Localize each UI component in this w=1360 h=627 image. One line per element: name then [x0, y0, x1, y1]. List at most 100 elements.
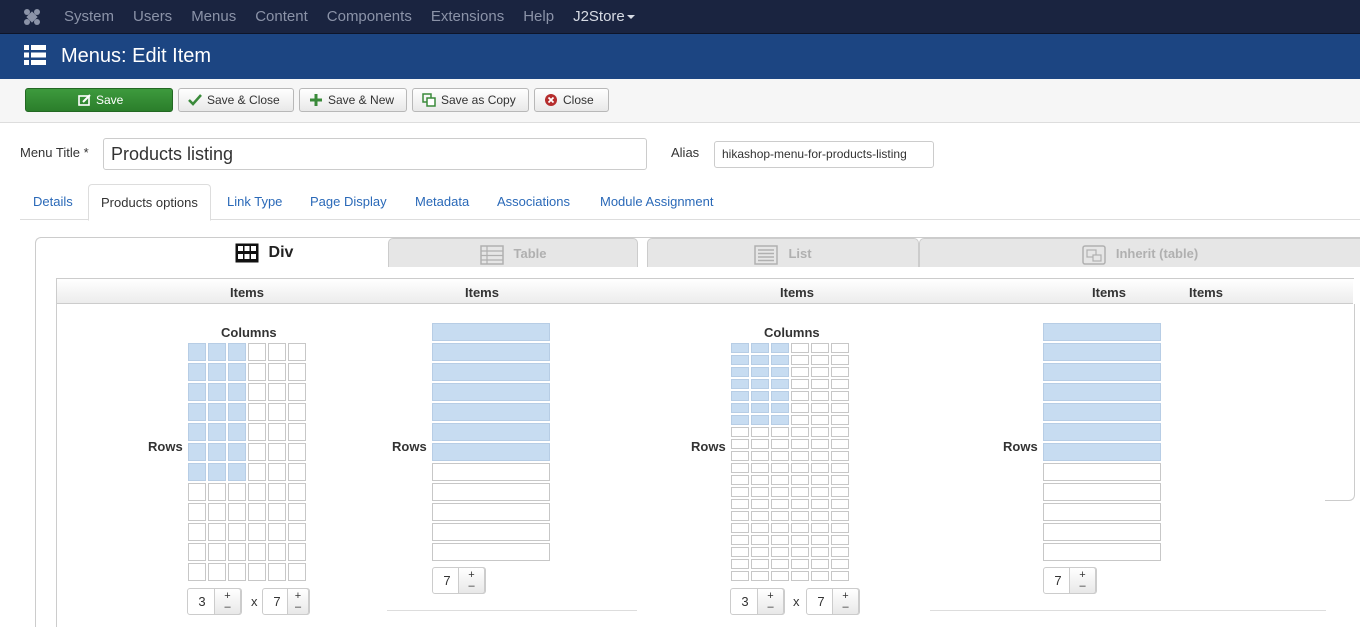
list-grid-cell[interactable] [811, 451, 829, 461]
save-as-copy-button[interactable]: Save as Copy [412, 88, 529, 112]
div-grid-cell[interactable] [288, 563, 306, 581]
div-grid-cell[interactable] [268, 363, 286, 381]
list-grid-cell[interactable] [771, 355, 789, 365]
list-grid-cell[interactable] [731, 463, 749, 473]
div-grid-cell[interactable] [248, 503, 266, 521]
list-grid-cell[interactable] [791, 427, 809, 437]
table-row-cell[interactable] [432, 323, 550, 341]
rows-stepper-inherit[interactable]: 7 + – [1043, 567, 1097, 594]
list-grid-cell[interactable] [831, 379, 849, 389]
list-grid-cell[interactable] [811, 439, 829, 449]
div-grid-cell[interactable] [188, 363, 206, 381]
plus-minus-buttons[interactable]: + – [458, 567, 485, 594]
columns-stepper-list[interactable]: 3 + – [730, 588, 785, 615]
div-grid-cell[interactable] [268, 403, 286, 421]
rows-stepper-list[interactable]: 7 + – [806, 588, 860, 615]
list-grid-cell[interactable] [831, 559, 849, 569]
list-grid-cell[interactable] [831, 451, 849, 461]
menu-content[interactable]: Content [255, 0, 308, 34]
list-grid-cell[interactable] [831, 511, 849, 521]
list-grid-cell[interactable] [831, 427, 849, 437]
div-grid-cell[interactable] [268, 543, 286, 561]
list-grid-cell[interactable] [751, 451, 769, 461]
list-grid-cell[interactable] [751, 439, 769, 449]
div-grid-cell[interactable] [288, 363, 306, 381]
minus-icon[interactable]: – [767, 601, 773, 613]
list-grid-cell[interactable] [831, 391, 849, 401]
list-grid-cell[interactable] [751, 559, 769, 569]
list-grid-cell[interactable] [751, 523, 769, 533]
list-grid-cell[interactable] [731, 547, 749, 557]
list-grid-cell[interactable] [731, 415, 749, 425]
list-grid-cell[interactable] [811, 403, 829, 413]
list-grid-cell[interactable] [751, 499, 769, 509]
list-grid-cell[interactable] [791, 547, 809, 557]
list-grid-cell[interactable] [811, 343, 829, 353]
plus-minus-buttons[interactable]: + – [1069, 567, 1096, 594]
list-grid-cell[interactable] [771, 547, 789, 557]
table-row-cell[interactable] [432, 523, 550, 541]
list-grid-cell[interactable] [791, 355, 809, 365]
div-grid-cell[interactable] [268, 523, 286, 541]
div-grid-cell[interactable] [228, 563, 246, 581]
div-grid-cell[interactable] [248, 383, 266, 401]
save-new-button[interactable]: Save & New [299, 88, 407, 112]
list-grid-cell[interactable] [731, 535, 749, 545]
list-grid-cell[interactable] [811, 511, 829, 521]
div-grid-cell[interactable] [288, 543, 306, 561]
list-grid-cell[interactable] [811, 571, 829, 581]
joomla-logo-icon[interactable] [22, 7, 42, 27]
list-grid-cell[interactable] [811, 535, 829, 545]
list-grid-cell[interactable] [811, 379, 829, 389]
div-grid-cell[interactable] [188, 443, 206, 461]
list-grid-cell[interactable] [811, 427, 829, 437]
plus-minus-buttons[interactable]: + – [832, 588, 859, 615]
div-grid-cell[interactable] [248, 543, 266, 561]
layout-tab-table[interactable]: Table [388, 238, 638, 267]
div-grid-cell[interactable] [188, 523, 206, 541]
inherit-row-cell[interactable] [1043, 343, 1161, 361]
div-grid-cell[interactable] [208, 423, 226, 441]
list-grid-cell[interactable] [751, 547, 769, 557]
list-grid-cell[interactable] [771, 379, 789, 389]
list-grid-cell[interactable] [751, 511, 769, 521]
div-grid-cell[interactable] [188, 503, 206, 521]
list-grid-cell[interactable] [831, 355, 849, 365]
inherit-row-cell[interactable] [1043, 443, 1161, 461]
div-grid-cell[interactable] [208, 363, 226, 381]
tab-link-type[interactable]: Link Type [227, 184, 282, 220]
menu-help[interactable]: Help [523, 0, 554, 34]
plus-minus-buttons[interactable]: + – [214, 588, 241, 615]
minus-icon[interactable]: – [224, 601, 230, 613]
table-row-cell[interactable] [432, 423, 550, 441]
list-grid-cell[interactable] [731, 343, 749, 353]
div-grid-cell[interactable] [248, 363, 266, 381]
list-grid-cell[interactable] [831, 439, 849, 449]
div-grid-cell[interactable] [268, 563, 286, 581]
list-grid-cell[interactable] [831, 487, 849, 497]
inherit-row-cell[interactable] [1043, 423, 1161, 441]
list-grid-cell[interactable] [751, 379, 769, 389]
list-grid-cell[interactable] [831, 499, 849, 509]
list-grid-cell[interactable] [731, 511, 749, 521]
inherit-row-cell[interactable] [1043, 403, 1161, 421]
table-row-cell[interactable] [432, 343, 550, 361]
div-grid-cell[interactable] [208, 403, 226, 421]
close-button[interactable]: Close [534, 88, 609, 112]
list-grid-cell[interactable] [751, 487, 769, 497]
list-grid-cell[interactable] [731, 499, 749, 509]
list-grid-cell[interactable] [731, 355, 749, 365]
div-grid-cell[interactable] [228, 463, 246, 481]
list-grid-cell[interactable] [811, 391, 829, 401]
list-grid-cell[interactable] [811, 463, 829, 473]
list-grid-cell[interactable] [791, 535, 809, 545]
minus-icon[interactable]: – [842, 601, 848, 613]
list-grid-cell[interactable] [771, 403, 789, 413]
list-grid-cell[interactable] [771, 475, 789, 485]
div-grid-cell[interactable] [228, 343, 246, 361]
save-button[interactable]: Save [25, 88, 173, 112]
list-grid-cell[interactable] [791, 403, 809, 413]
rows-stepper-table[interactable]: 7 + – [432, 567, 486, 594]
menu-menus[interactable]: Menus [191, 0, 236, 34]
list-grid-cell[interactable] [731, 427, 749, 437]
